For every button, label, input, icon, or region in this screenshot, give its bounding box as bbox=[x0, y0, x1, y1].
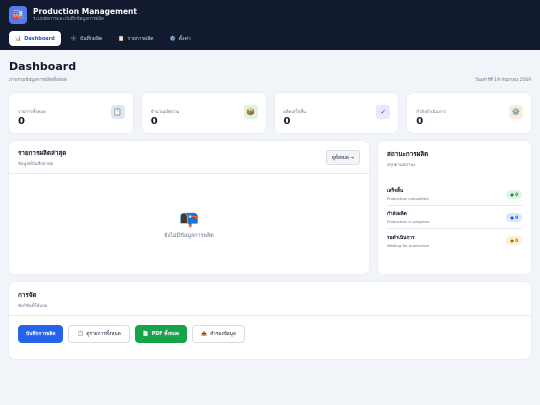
stats-row: รายการทั้งหมด 0 📋 จำนวนผลิตรวม 0 📦 ผลิตเ… bbox=[9, 93, 531, 133]
app-title: Production Management bbox=[33, 7, 137, 16]
factory-icon: 🏭 bbox=[9, 6, 27, 24]
brand: 🏭 Production Management ระบบจัดการและบัน… bbox=[9, 6, 531, 24]
card-subtitle: สรุปตามสถานะ bbox=[387, 163, 416, 168]
stat-label: รายการทั้งหมด bbox=[18, 110, 46, 115]
chart-icon: 📊 bbox=[15, 35, 22, 42]
tab-production-list[interactable]: 📋 รายการผลิต bbox=[112, 31, 159, 46]
record-production-button[interactable]: บันทึกการผลิต bbox=[18, 325, 64, 343]
package-icon: 📦 bbox=[243, 105, 258, 119]
status-name: เสร็จสิ้น bbox=[387, 189, 404, 194]
status-desc: Production completed bbox=[387, 196, 429, 201]
app-subtitle: ระบบจัดการและบันทึกข้อมูลการผลิต bbox=[33, 17, 104, 22]
status-card: สถานะการผลิต สรุปตามสถานะ เสร็จสิ้น Prod… bbox=[378, 141, 531, 274]
stat-label: กำลังดำเนินการ bbox=[416, 110, 446, 115]
status-list: เสร็จสิ้น Production completed ● 0 กำลัง… bbox=[378, 169, 531, 252]
export-icon: 📤 bbox=[201, 331, 208, 337]
stat-card-completed: ผลิตเสร็จสิ้น 0 ✓ bbox=[274, 93, 399, 133]
tab-label: Dashboard bbox=[24, 35, 55, 42]
stat-value: 0 bbox=[150, 116, 158, 127]
card-subtitle: ข้อมูลที่บันทึกล่าสุด bbox=[18, 161, 54, 167]
status-name: รอดำเนินการ bbox=[387, 235, 415, 241]
card-title: รายการผลิตล่าสุด bbox=[18, 149, 67, 157]
page-title: Dashboard bbox=[9, 60, 77, 73]
status-item-completed: เสร็จสิ้น Production completed ● 0 bbox=[387, 183, 522, 206]
stat-label: ผลิตเสร็จสิ้น bbox=[283, 110, 306, 115]
current-date: วันเสาร์ที่ 19 กันยายน 2569 bbox=[475, 78, 531, 83]
gear-icon: ⚙️ bbox=[169, 35, 176, 42]
stat-card-total: รายการทั้งหมด 0 📋 bbox=[9, 93, 133, 133]
recent-header: รายการผลิตล่าสุด ข้อมูลที่บันทึกล่าสุด ด… bbox=[9, 141, 369, 174]
stat-value: 0 bbox=[283, 116, 291, 127]
clipboard-icon: 📋 bbox=[77, 331, 84, 337]
quick-actions-header: การจัด ฟังก์ชันที่ใช้บ่อย bbox=[9, 282, 531, 316]
status-badge: ● 0 bbox=[506, 236, 522, 245]
button-label: PDF ทั้งหมด bbox=[151, 332, 180, 337]
view-all-button[interactable]: ดูทั้งหมด → bbox=[325, 149, 360, 165]
stat-card-in-progress: กำลังดำเนินการ 0 ⚙️ bbox=[407, 93, 531, 133]
tab-record-production[interactable]: ➕ บันทึกผลิต bbox=[65, 31, 108, 46]
status-badge: ● 0 bbox=[506, 212, 522, 222]
quick-actions-card: การจัด ฟังก์ชันที่ใช้บ่อย บันทึกการผลิต … bbox=[9, 282, 531, 359]
clipboard-icon: 📋 bbox=[110, 105, 125, 119]
button-label: ดูรายการทั้งหมด bbox=[86, 332, 121, 337]
clipboard-icon: 📋 bbox=[118, 35, 125, 42]
recent-production-card: รายการผลิตล่าสุด ข้อมูลที่บันทึกล่าสุด ด… bbox=[9, 141, 369, 274]
card-subtitle: ฟังก์ชันที่ใช้บ่อย bbox=[18, 304, 48, 309]
document-icon: 📄 bbox=[142, 331, 149, 337]
view-all-list-button[interactable]: 📋 ดูรายการทั้งหมด bbox=[68, 325, 130, 343]
card-title: การจัด bbox=[18, 292, 37, 299]
tab-label: บันทึกผลิต bbox=[79, 35, 103, 42]
tab-settings[interactable]: ⚙️ ตั้งค่า bbox=[164, 31, 197, 46]
top-bar: 🏭 Production Management ระบบจัดการและบัน… bbox=[0, 0, 540, 50]
status-header: สถานะการผลิต สรุปตามสถานะ bbox=[378, 141, 531, 169]
page-subtitle: ภาพรวมข้อมูลการผลิตทั้งหมด bbox=[9, 78, 67, 83]
stat-label: จำนวนผลิตรวม bbox=[150, 110, 180, 115]
middle-row: รายการผลิตล่าสุด ข้อมูลที่บันทึกล่าสุด ด… bbox=[9, 141, 531, 274]
main-content: Dashboard ภาพรวมข้อมูลการผลิตทั้งหมด วัน… bbox=[0, 50, 540, 359]
status-item-in-progress: กำลังผลิต Production in progress ● 0 bbox=[387, 206, 522, 229]
status-item-pending: รอดำเนินการ Waiting for production ● 0 bbox=[387, 229, 522, 252]
tab-dashboard[interactable]: 📊 Dashboard bbox=[9, 31, 61, 46]
action-buttons: บันทึกการผลิต 📋 ดูรายการทั้งหมด 📄 PDF ทั… bbox=[9, 316, 531, 352]
button-label: สำรองข้อมูล bbox=[210, 332, 236, 337]
button-label: บันทึกการผลิต bbox=[26, 332, 56, 337]
stat-value: 0 bbox=[18, 116, 25, 127]
backup-button[interactable]: 📤 สำรองข้อมูล bbox=[192, 325, 245, 343]
empty-text: ยังไม่มีข้อมูลการผลิต bbox=[164, 232, 214, 239]
plus-icon: ➕ bbox=[70, 35, 77, 42]
export-pdf-button[interactable]: 📄 PDF ทั้งหมด bbox=[134, 325, 188, 343]
check-icon: ✓ bbox=[376, 105, 391, 119]
empty-state: 📭 ยังไม่มีข้อมูลการผลิต bbox=[9, 174, 369, 274]
status-name: กำลังผลิต bbox=[387, 212, 407, 217]
status-desc: Waiting for production bbox=[387, 242, 430, 248]
main-nav: 📊 Dashboard ➕ บันทึกผลิต 📋 รายการผลิต ⚙️… bbox=[9, 31, 531, 46]
tab-label: ตั้งค่า bbox=[178, 35, 191, 42]
gear-icon: ⚙️ bbox=[509, 105, 523, 119]
page-header: Dashboard ภาพรวมข้อมูลการผลิตทั้งหมด วัน… bbox=[9, 60, 531, 83]
status-badge: ● 0 bbox=[506, 189, 522, 199]
tab-label: รายการผลิต bbox=[127, 35, 154, 42]
mailbox-icon: 📭 bbox=[179, 208, 199, 228]
card-title: สถานะการผลิต bbox=[387, 151, 429, 158]
stat-card-quantity: จำนวนผลิตรวม 0 📦 bbox=[141, 93, 266, 133]
status-desc: Production in progress bbox=[387, 219, 430, 224]
stat-value: 0 bbox=[416, 116, 424, 127]
